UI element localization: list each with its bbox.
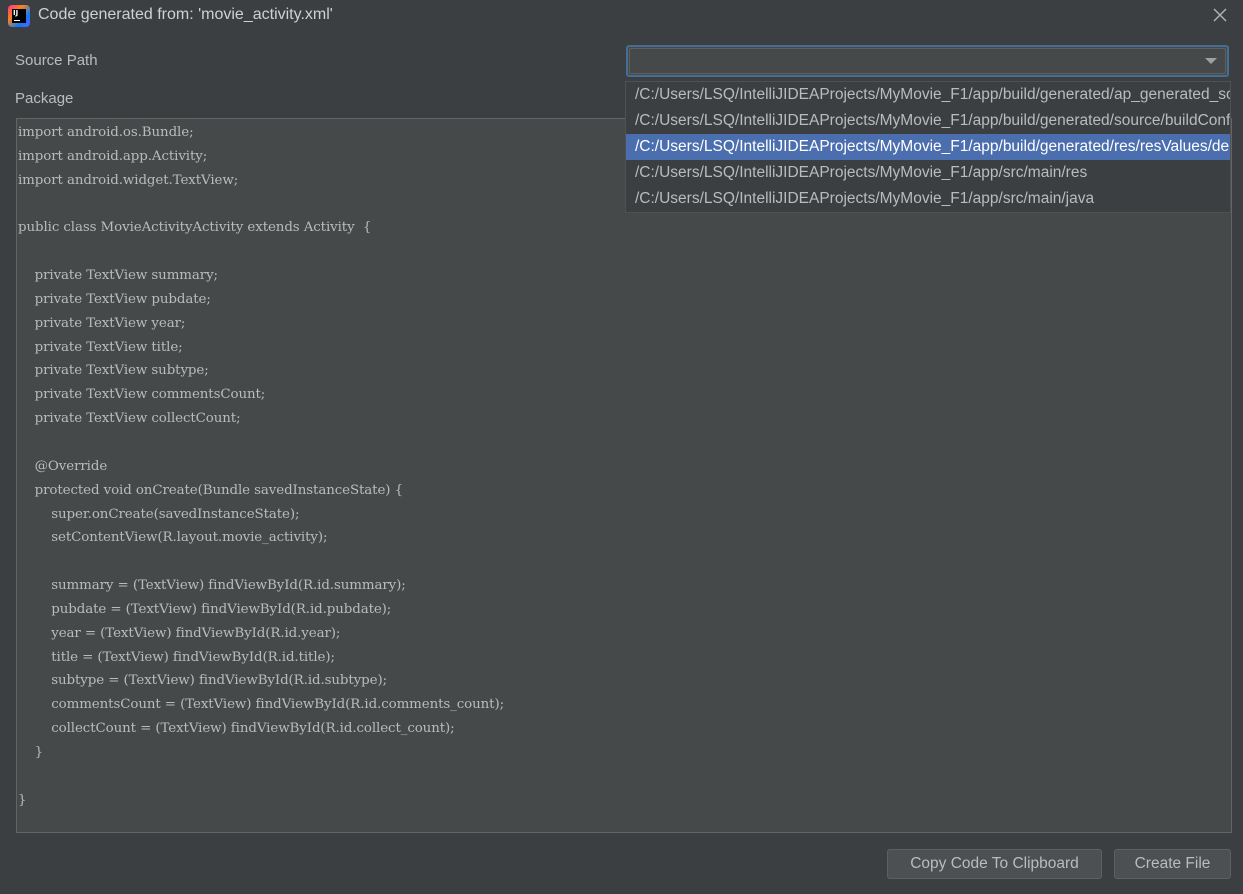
create-file-button[interactable]: Create File — [1114, 849, 1231, 879]
code-line: private TextView summary; — [18, 268, 218, 284]
code-line: import android.os.Bundle; — [18, 125, 194, 140]
source-path-dropdown: /C:/Users/LSQ/IntelliJIDEAProjects/MyMov… — [625, 81, 1231, 213]
code-line: import android.app.Activity; — [18, 148, 208, 164]
generated-code-text: import android.os.Bundle; import android.… — [18, 121, 504, 812]
code-line: pubdate = (TextView) findViewById(R.id.p… — [18, 601, 392, 617]
code-line: private TextView commentsCount; — [18, 387, 266, 403]
code-line: subtype = (TextView) findViewById(R.id.s… — [18, 673, 387, 689]
code-line: private TextView collectCount; — [18, 411, 241, 427]
copy-code-button[interactable]: Copy Code To Clipboard — [887, 849, 1102, 879]
intellij-idea-icon: IJ — [8, 5, 30, 27]
code-generated-dialog: IJ Code generated from: 'movie_activity.… — [0, 0, 1243, 894]
code-line: private TextView title; — [18, 339, 183, 355]
package-label: Package — [15, 90, 74, 107]
source-path-option[interactable]: /C:/Users/LSQ/IntelliJIDEAProjects/MyMov… — [626, 82, 1230, 108]
code-line: private TextView year; — [18, 315, 186, 331]
code-line: summary = (TextView) findViewById(R.id.s… — [18, 578, 406, 594]
code-line: commentsCount = (TextView) findViewById(… — [18, 697, 504, 713]
code-line: year = (TextView) findViewById(R.id.year… — [18, 625, 341, 641]
source-path-combo[interactable] — [626, 45, 1229, 77]
code-line: @Override — [18, 458, 108, 474]
code-line: private TextView subtype; — [18, 363, 209, 379]
app-icon-text: IJ — [13, 9, 19, 17]
code-line: setContentView(R.layout.movie_activity); — [18, 530, 328, 546]
code-line: public class MovieActivityActivity exten… — [18, 220, 372, 236]
source-path-option[interactable]: /C:/Users/LSQ/IntelliJIDEAProjects/MyMov… — [626, 186, 1230, 212]
source-path-option[interactable]: /C:/Users/LSQ/IntelliJIDEAProjects/MyMov… — [626, 134, 1230, 160]
code-line: title = (TextView) findViewById(R.id.tit… — [18, 649, 335, 665]
source-path-label: Source Path — [15, 52, 98, 69]
code-line: import android.widget.TextView; — [18, 172, 239, 188]
code-line: private TextView pubdate; — [18, 291, 211, 307]
app-icon-glyph: IJ — [12, 9, 26, 23]
chevron-down-icon[interactable] — [1205, 58, 1217, 64]
code-line: super.onCreate(savedInstanceState); — [18, 506, 300, 522]
code-line: protected void onCreate(Bundle savedInst… — [18, 482, 403, 498]
code-line: } — [18, 744, 44, 760]
close-icon[interactable] — [1211, 6, 1229, 24]
source-path-value — [629, 48, 1226, 74]
source-path-option[interactable]: /C:/Users/LSQ/IntelliJIDEAProjects/MyMov… — [626, 160, 1230, 186]
generated-code-area[interactable]: import android.os.Bundle; import android.… — [16, 118, 1232, 833]
title-bar: IJ Code generated from: 'movie_activity.… — [0, 0, 1243, 32]
source-path-option[interactable]: /C:/Users/LSQ/IntelliJIDEAProjects/MyMov… — [626, 108, 1230, 134]
dialog-title: Code generated from: 'movie_activity.xml… — [38, 6, 333, 23]
code-line: } — [18, 792, 27, 808]
code-line: collectCount = (TextView) findViewById(R… — [18, 721, 455, 737]
